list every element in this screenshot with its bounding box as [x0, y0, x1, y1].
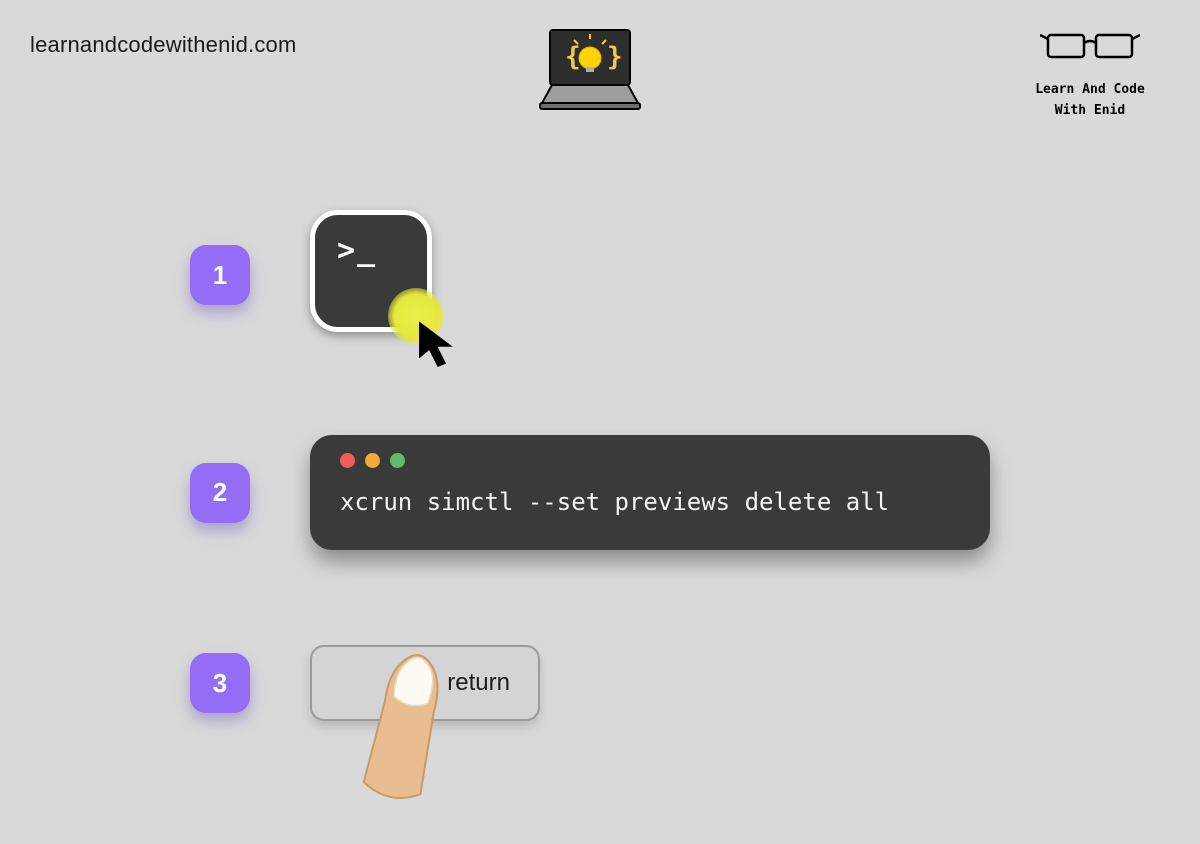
laptop-idea-icon: { }: [530, 25, 650, 125]
terminal-prompt-glyph: >_: [337, 233, 377, 268]
step-badge-1: 1: [190, 245, 250, 305]
brand-text-line1: Learn And Code: [1015, 80, 1165, 101]
return-key[interactable]: return: [310, 645, 540, 721]
glasses-icon: [1040, 25, 1140, 70]
brand-block: Learn And Code With Enid: [1015, 25, 1165, 122]
brand-text-line2: With Enid: [1015, 101, 1165, 122]
step-1: 1 >_: [190, 210, 1090, 340]
step-badge-2: 2: [190, 463, 250, 523]
terminal-command: xcrun simctl --set previews delete all: [340, 488, 960, 516]
terminal-app-icon[interactable]: >_: [310, 210, 440, 340]
return-key-label: return: [447, 669, 510, 697]
steps-container: 1 >_ 2 xcrun simctl --set previews delet…: [190, 210, 1090, 721]
step-2: 2 xcrun simctl --set previews delete all: [190, 435, 1090, 550]
svg-text:}: }: [607, 42, 623, 72]
maximize-icon[interactable]: [390, 453, 405, 468]
site-url: learnandcodewithenid.com: [30, 32, 297, 58]
step-3: 3 return: [190, 645, 1090, 721]
step-badge-3: 3: [190, 653, 250, 713]
close-icon[interactable]: [340, 453, 355, 468]
svg-text:{: {: [565, 42, 581, 72]
minimize-icon[interactable]: [365, 453, 380, 468]
terminal-window[interactable]: xcrun simctl --set previews delete all: [310, 435, 990, 550]
cursor-icon: [414, 318, 468, 372]
window-controls[interactable]: [340, 453, 960, 468]
